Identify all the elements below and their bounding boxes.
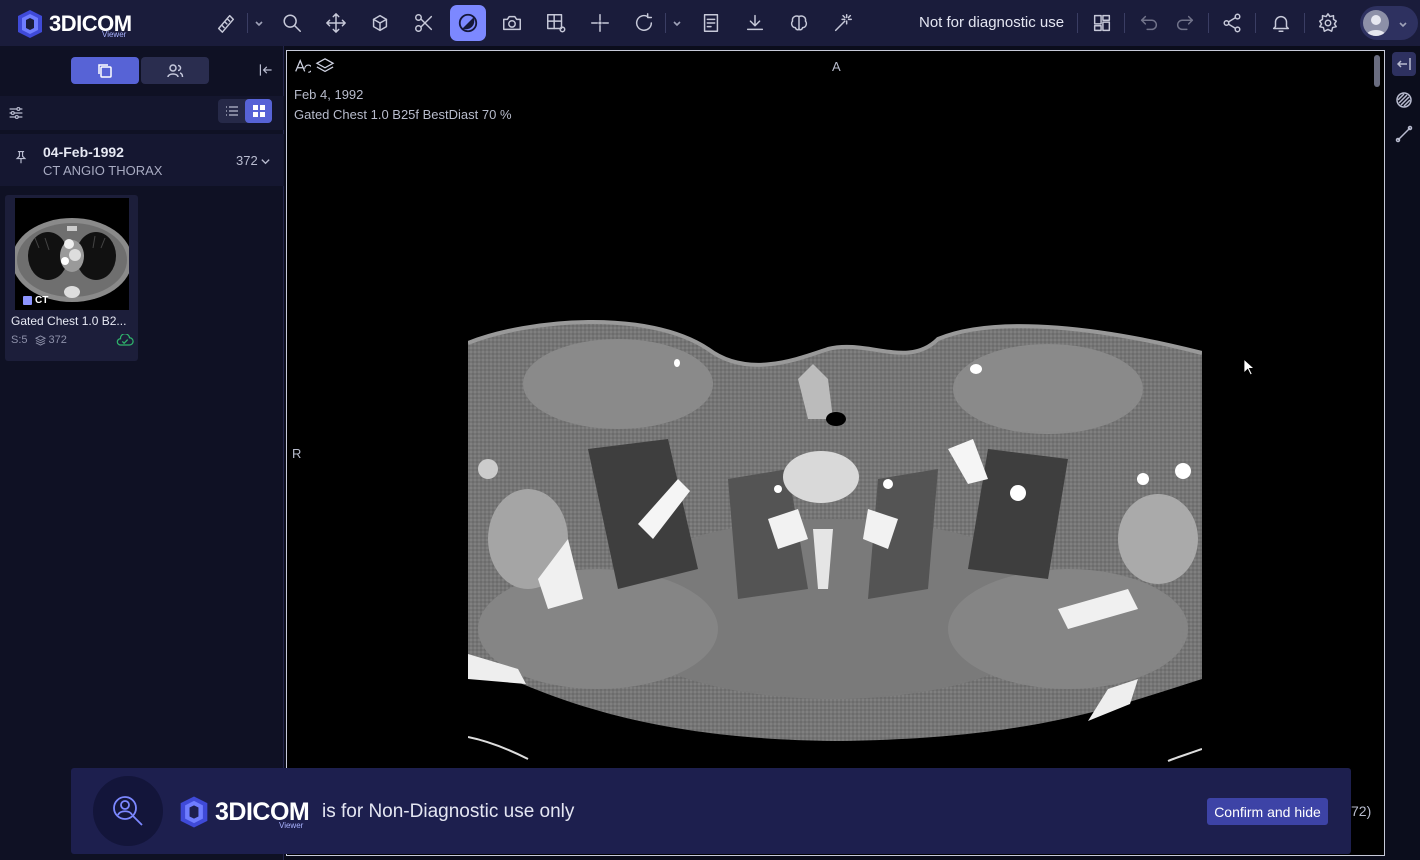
modality-square-icon <box>23 296 32 305</box>
not-for-diagnostic-label: Not for diagnostic use <box>919 14 1065 31</box>
pan-icon[interactable] <box>318 5 354 41</box>
viewport-study-date: Feb 4, 1992 <box>294 87 364 102</box>
toolbar-separator <box>1124 13 1125 33</box>
settings-icon[interactable] <box>1310 5 1346 41</box>
toolbar-separator <box>1208 13 1209 33</box>
layers-icon[interactable] <box>315 57 337 77</box>
orientation-marker-left: R <box>292 446 302 461</box>
line-measure-icon[interactable] <box>1392 122 1416 146</box>
series-number: S:5 <box>11 334 28 346</box>
collapse-sidebar-icon[interactable] <box>256 60 276 80</box>
non-diagnostic-banner: 3DICOM Viewer is for Non-Diagnostic use … <box>71 768 1351 854</box>
grid-layout-icon[interactable] <box>1084 5 1120 41</box>
avatar[interactable] <box>1363 10 1389 36</box>
chevron-down-icon[interactable] <box>259 155 271 167</box>
bell-icon[interactable] <box>1263 5 1299 41</box>
ct-thumbnail-image <box>15 198 129 310</box>
user-menu[interactable] <box>1360 6 1418 40</box>
app-root: 3DICOM Viewer Not for diagnostic use 04-… <box>0 0 1420 860</box>
study-date: 04-Feb-1992 <box>43 144 124 160</box>
series-image-count: 372 <box>48 334 67 346</box>
orientation-marker-top: A <box>832 59 841 74</box>
modality-badge: CT <box>23 295 48 306</box>
redo-icon[interactable] <box>1167 5 1203 41</box>
users-icon <box>167 63 184 77</box>
hatch-circle-icon[interactable] <box>1392 88 1416 112</box>
scissors-icon[interactable] <box>406 5 442 41</box>
ct-slice-image <box>468 319 1202 762</box>
view-toggle <box>218 99 272 123</box>
logo-subtitle: Viewer <box>102 30 127 39</box>
confirm-and-hide-button[interactable]: Confirm and hide <box>1207 798 1328 825</box>
series-thumbnail: CT <box>15 198 129 310</box>
share-icon[interactable] <box>1214 5 1250 41</box>
expand-panel-icon[interactable] <box>1392 52 1416 76</box>
cloud-check-icon <box>116 334 134 346</box>
slice-scrollbar[interactable] <box>1374 55 1380 87</box>
toolbar-separator <box>665 13 666 33</box>
toolbar-separator <box>1304 13 1305 33</box>
toolbar-separator <box>1077 13 1078 33</box>
tab-patients[interactable] <box>141 57 209 84</box>
series-name: Gated Chest 1.0 B2... <box>11 314 127 328</box>
contrast-icon[interactable] <box>450 5 486 41</box>
pin-icon[interactable] <box>12 148 30 166</box>
logo-mark-icon <box>180 796 208 828</box>
grid-view-icon[interactable] <box>245 99 272 123</box>
brain-icon[interactable] <box>781 5 817 41</box>
toolbar-separator <box>1255 13 1256 33</box>
study-image-count: 372 <box>236 153 258 168</box>
study-item[interactable]: 04-Feb-1992 CT ANGIO THORAX 372 <box>0 134 284 186</box>
series-card[interactable]: CT Gated Chest 1.0 B2... S:5 372 <box>5 195 138 361</box>
crosshair-icon[interactable] <box>582 5 618 41</box>
list-view-icon[interactable] <box>218 99 245 123</box>
copy-icon <box>98 63 112 78</box>
banner-message: is for Non-Diagnostic use only <box>322 801 575 822</box>
download-icon[interactable] <box>737 5 773 41</box>
modality-label: CT <box>35 295 49 306</box>
image-viewport[interactable]: Feb 4, 1992 Gated Chest 1.0 B25f BestDia… <box>286 50 1385 856</box>
ruler-icon[interactable] <box>208 5 244 41</box>
mouse-cursor-icon <box>1243 358 1256 376</box>
user-search-icon <box>93 776 163 846</box>
chevron-down-icon[interactable] <box>672 16 682 30</box>
banner-logo-subtitle: Viewer <box>279 821 304 830</box>
right-tool-strip <box>1386 46 1420 860</box>
rotate-icon[interactable] <box>626 5 662 41</box>
app-logo[interactable]: 3DICOM <box>14 4 154 44</box>
layout-settings-icon[interactable] <box>538 5 574 41</box>
annotation-toggle-icon[interactable] <box>293 57 313 77</box>
toolbar-separator <box>247 13 248 33</box>
study-description: CT ANGIO THORAX <box>43 163 163 178</box>
filter-row <box>0 96 284 130</box>
image-counter: 72) <box>1351 803 1372 819</box>
filter-sliders-icon[interactable] <box>6 103 26 123</box>
rotate-3d-icon[interactable] <box>362 5 398 41</box>
magic-wand-icon[interactable] <box>825 5 861 41</box>
stack-icon <box>34 334 46 346</box>
study-sidebar: 04-Feb-1992 CT ANGIO THORAX 372 CT Gated… <box>0 46 284 860</box>
top-toolbar: 3DICOM Viewer Not for diagnostic use <box>0 0 1420 46</box>
chevron-down-icon[interactable] <box>1398 17 1408 31</box>
chevron-down-icon[interactable] <box>254 16 264 30</box>
undo-icon[interactable] <box>1131 5 1167 41</box>
zoom-icon[interactable] <box>274 5 310 41</box>
logo-mark-icon <box>18 10 42 38</box>
tab-series[interactable] <box>71 57 139 84</box>
series-meta: S:5 372 <box>11 334 67 346</box>
camera-icon[interactable] <box>494 5 530 41</box>
report-icon[interactable] <box>693 5 729 41</box>
viewport-series-description: Gated Chest 1.0 B25f BestDiast 70 % <box>294 107 512 122</box>
